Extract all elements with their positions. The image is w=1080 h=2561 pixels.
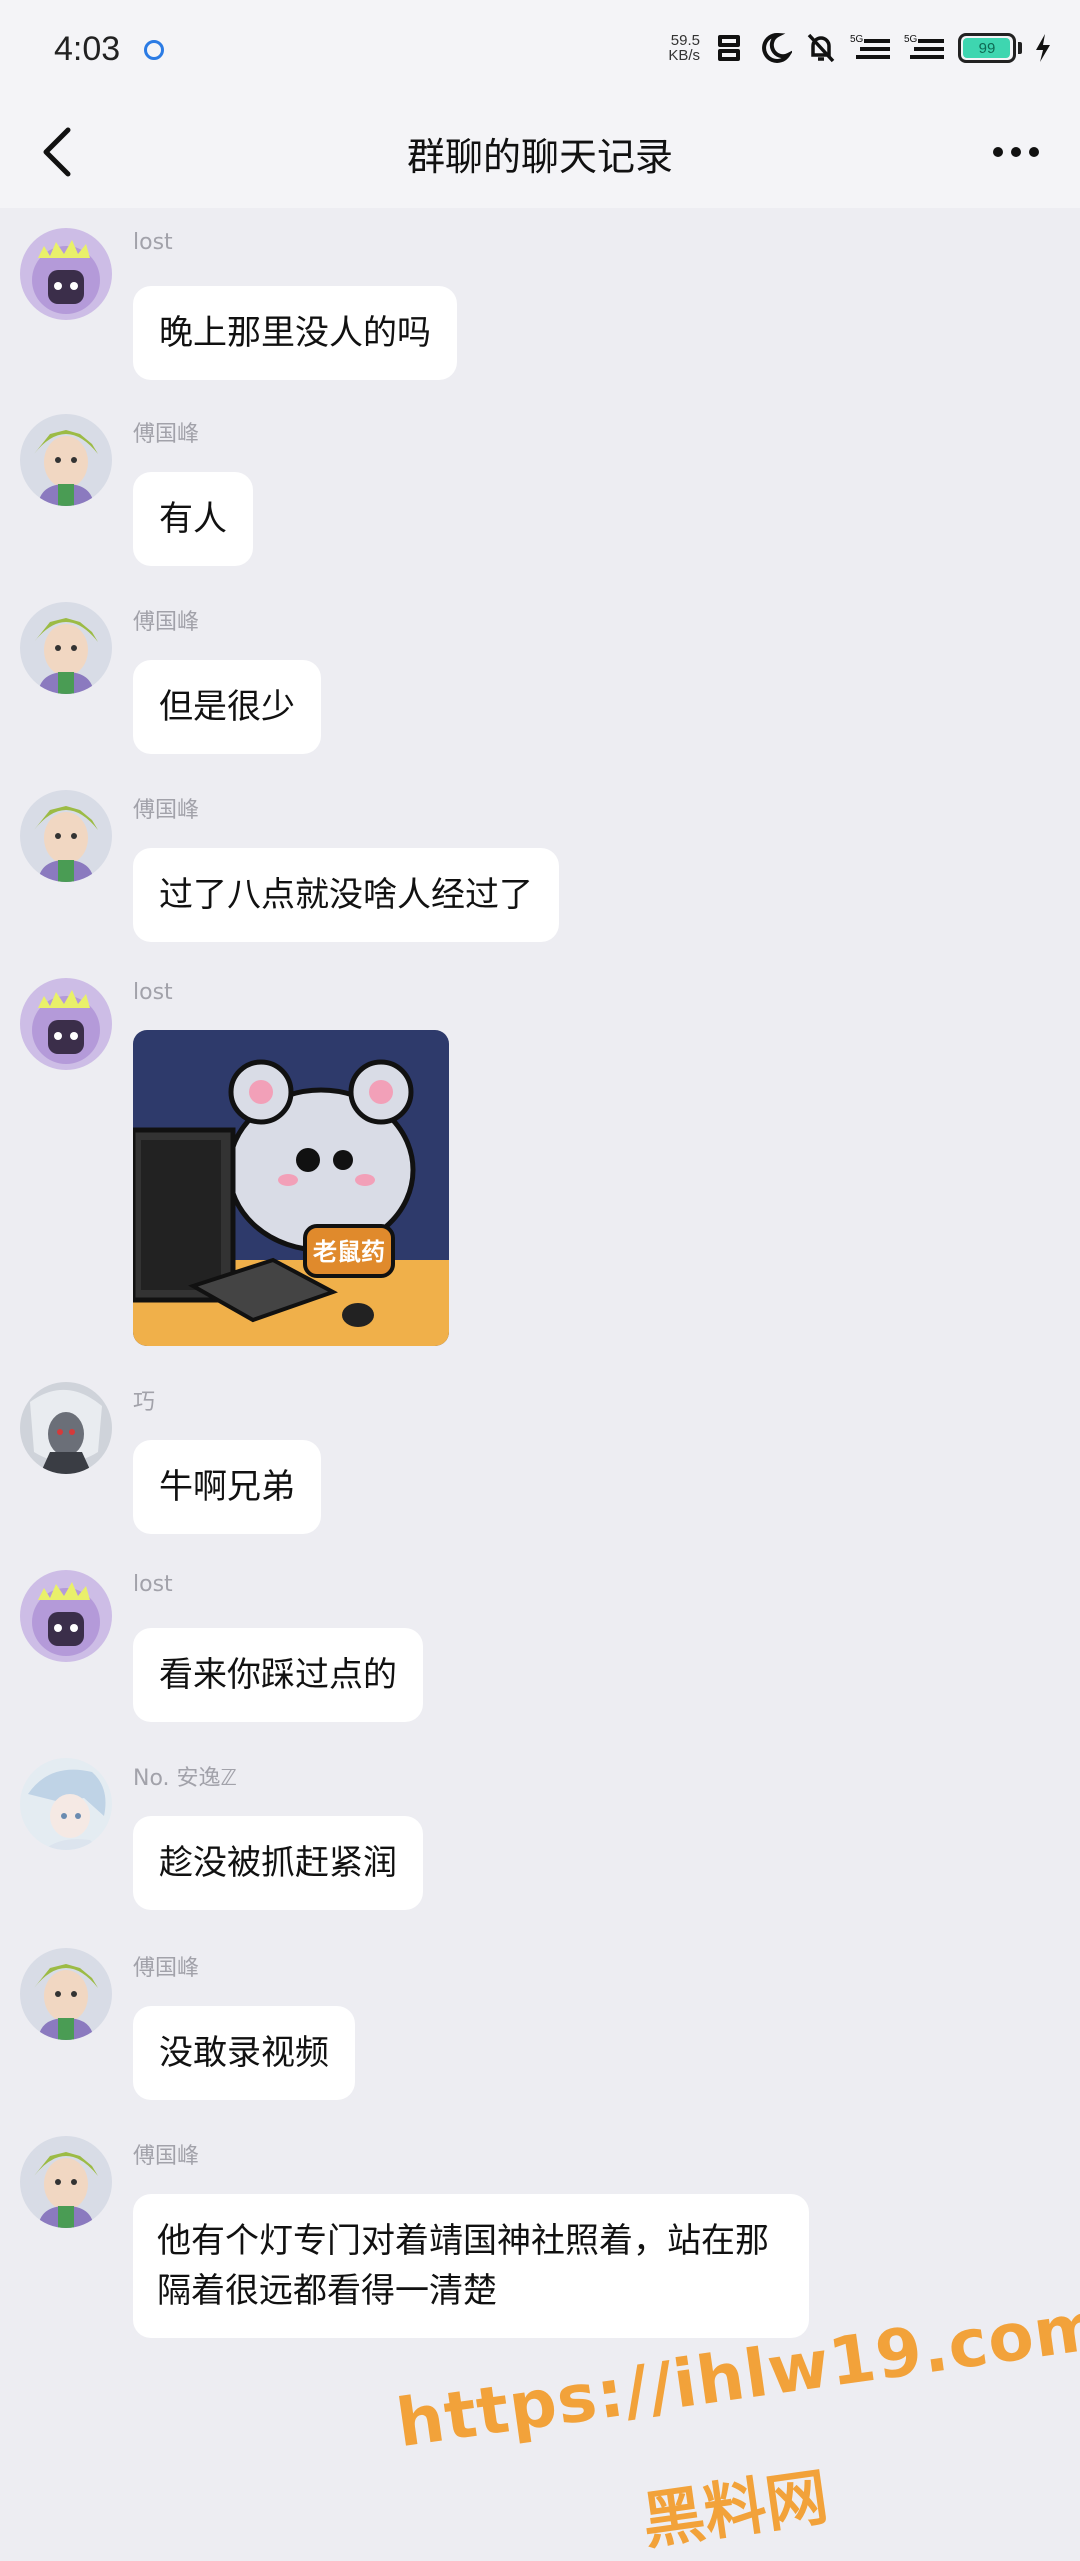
status-bar: 4:03 59.5 KB/s 5G 5G 99 [0,0,1080,96]
avatar-anime-icon [20,790,112,882]
sender-name: 傅国峰 [133,1956,200,1981]
watermark-site-name: 黑料网 [637,2459,833,2559]
avatar-anime-icon [20,602,112,694]
chat-header: 群聊的聊天记录 [0,96,1080,208]
more-button[interactable] [980,126,1052,178]
sender-name: 傅国峰 [133,610,200,635]
message-bubble[interactable]: 没敢录视频 [133,2006,355,2100]
avatar[interactable] [20,1948,112,2040]
nfc-icon [712,28,746,68]
sender-name: lost [133,230,173,255]
message-bubble[interactable]: 晚上那里没人的吗 [133,286,457,380]
moon-icon [758,28,792,68]
status-time: 4:03 [54,30,121,68]
avatar-dino-icon [20,228,112,320]
charging-icon [1034,28,1052,68]
sender-name: No. 安逸ℤ [133,1766,237,1791]
sender-name: lost [133,980,173,1005]
avatar-anime-icon [20,2136,112,2228]
avatar[interactable] [20,602,112,694]
net-speed: 59.5 KB/s [668,32,700,64]
more-dots-icon [993,147,1039,157]
avatar-character-icon [20,1382,112,1474]
svg-text:5G: 5G [904,34,918,45]
signal-icon: 5G [904,28,946,68]
signal-icon: 5G [850,28,892,68]
avatar-dino-icon [20,978,112,1070]
message-bubble[interactable]: 趁没被抓赶紧润 [133,1816,423,1910]
avatar[interactable] [20,1758,112,1850]
status-icons: 59.5 KB/s 5G 5G 99 [668,26,1052,70]
sender-name: 傅国峰 [133,798,200,823]
message-bubble[interactable]: 但是很少 [133,660,321,754]
avatar[interactable] [20,978,112,1070]
avatar-anime-icon [20,414,112,506]
avatar-character-icon [20,1758,112,1850]
sender-name: 巧 [133,1390,156,1415]
sticker-image[interactable]: 老鼠药 [133,1030,449,1346]
avatar[interactable] [20,1570,112,1662]
message-bubble[interactable]: 他有个灯专门对着靖国神社照着，站在那隔着很远都看得一清楚 [133,2194,809,2338]
page-title: 群聊的聊天记录 [406,135,673,179]
chat-history[interactable]: lost 晚上那里没人的吗 傅国峰 有人 傅国峰 但是很少 傅国峰 过了八点就没… [0,208,1080,2558]
message-bubble[interactable]: 牛啊兄弟 [133,1440,321,1534]
avatar[interactable] [20,790,112,882]
sender-name: lost [133,1572,173,1597]
svg-text:老鼠药: 老鼠药 [313,1238,385,1266]
avatar[interactable] [20,1382,112,1474]
bell-off-icon [804,28,838,68]
avatar[interactable] [20,228,112,320]
avatar-anime-icon [20,1948,112,2040]
sender-name: 傅国峰 [133,422,200,447]
mouse-sticker-icon: 老鼠药 [133,1030,449,1346]
avatar[interactable] [20,414,112,506]
svg-text:5G: 5G [850,34,864,45]
avatar-dino-icon [20,1570,112,1662]
sender-name: 傅国峰 [133,2144,200,2169]
battery-tip [1018,42,1022,54]
battery-icon: 99 [958,33,1016,63]
message-bubble[interactable]: 过了八点就没啥人经过了 [133,848,559,942]
avatar[interactable] [20,2136,112,2228]
message-bubble[interactable]: 有人 [133,472,253,566]
message-bubble[interactable]: 看来你踩过点的 [133,1628,423,1722]
location-icon [144,40,164,60]
